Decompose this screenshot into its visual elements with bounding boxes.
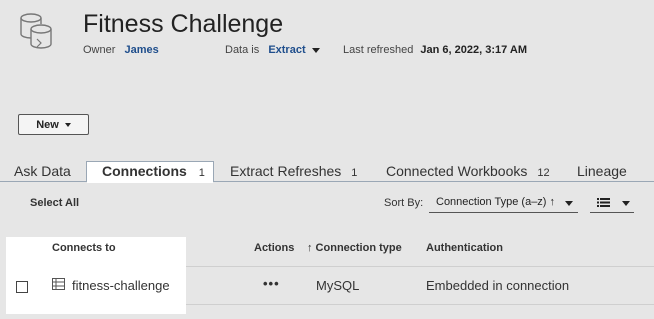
chevron-down-icon bbox=[565, 201, 573, 206]
sort-by-label: Sort By: bbox=[384, 197, 424, 209]
connection-name: fitness-challenge bbox=[72, 278, 170, 293]
tab-count: 1 bbox=[198, 167, 205, 179]
column-header-connects-to[interactable]: Connects to bbox=[52, 242, 116, 254]
data-type-value[interactable]: Extract bbox=[268, 44, 305, 56]
active-tab-underline bbox=[87, 181, 213, 183]
owner-info: Owner James bbox=[83, 44, 159, 56]
last-refreshed-info: Last refreshed Jan 6, 2022, 3:17 AM bbox=[343, 44, 527, 56]
view-mode-dropdown[interactable] bbox=[590, 193, 634, 213]
column-header-actions: Actions bbox=[254, 242, 295, 254]
tab-count: 12 bbox=[537, 167, 550, 179]
tab-count: 1 bbox=[351, 167, 358, 179]
connection-type-value: MySQL bbox=[316, 278, 360, 293]
chevron-down-icon bbox=[64, 122, 71, 127]
row-checkbox[interactable] bbox=[16, 281, 28, 293]
sort-by-dropdown[interactable]: Connection Type (a–z) ↑ bbox=[429, 193, 578, 213]
row-divider bbox=[186, 304, 654, 305]
tab-ask-data[interactable]: Ask Data bbox=[14, 163, 71, 179]
owner-label: Owner bbox=[83, 44, 116, 56]
more-actions-button[interactable]: ••• bbox=[263, 276, 280, 291]
column-header-authentication[interactable]: Authentication bbox=[426, 242, 503, 254]
authentication-value: Embedded in connection bbox=[426, 278, 570, 293]
page-title: Fitness Challenge bbox=[83, 10, 284, 38]
tab-connections[interactable]: Connections 1 bbox=[86, 161, 214, 182]
database-table-icon bbox=[52, 278, 65, 290]
tab-label: Extract Refreshes bbox=[230, 163, 342, 179]
refreshed-label: Last refreshed bbox=[343, 44, 414, 56]
header-divider bbox=[186, 266, 654, 267]
new-button-label: New bbox=[36, 118, 59, 131]
tab-connected-workbooks[interactable]: Connected Workbooks 12 bbox=[386, 163, 550, 179]
tab-extract-refreshes[interactable]: Extract Refreshes 1 bbox=[230, 163, 357, 179]
column-header-connection-type[interactable]: ↑ Connection type bbox=[307, 242, 402, 254]
chevron-down-icon bbox=[311, 47, 320, 53]
datasource-icon bbox=[20, 13, 52, 49]
tab-label: Lineage bbox=[577, 163, 627, 179]
new-button[interactable]: New bbox=[18, 114, 89, 135]
data-type-dropdown[interactable]: Extract bbox=[268, 44, 320, 56]
tab-lineage[interactable]: Lineage bbox=[577, 163, 627, 179]
sort-value: Connection Type (a–z) ↑ bbox=[436, 196, 556, 208]
refreshed-value: Jan 6, 2022, 3:17 AM bbox=[420, 44, 527, 56]
select-all-button[interactable]: Select All bbox=[30, 197, 79, 209]
tab-label: Ask Data bbox=[14, 163, 71, 179]
data-type-info: Data is Extract bbox=[225, 44, 320, 56]
list-view-icon bbox=[597, 198, 610, 207]
data-label: Data is bbox=[225, 44, 260, 56]
tab-label: Connected Workbooks bbox=[386, 163, 528, 179]
chevron-down-icon bbox=[622, 201, 630, 206]
owner-link[interactable]: James bbox=[124, 44, 158, 56]
tab-label: Connections bbox=[102, 163, 187, 179]
